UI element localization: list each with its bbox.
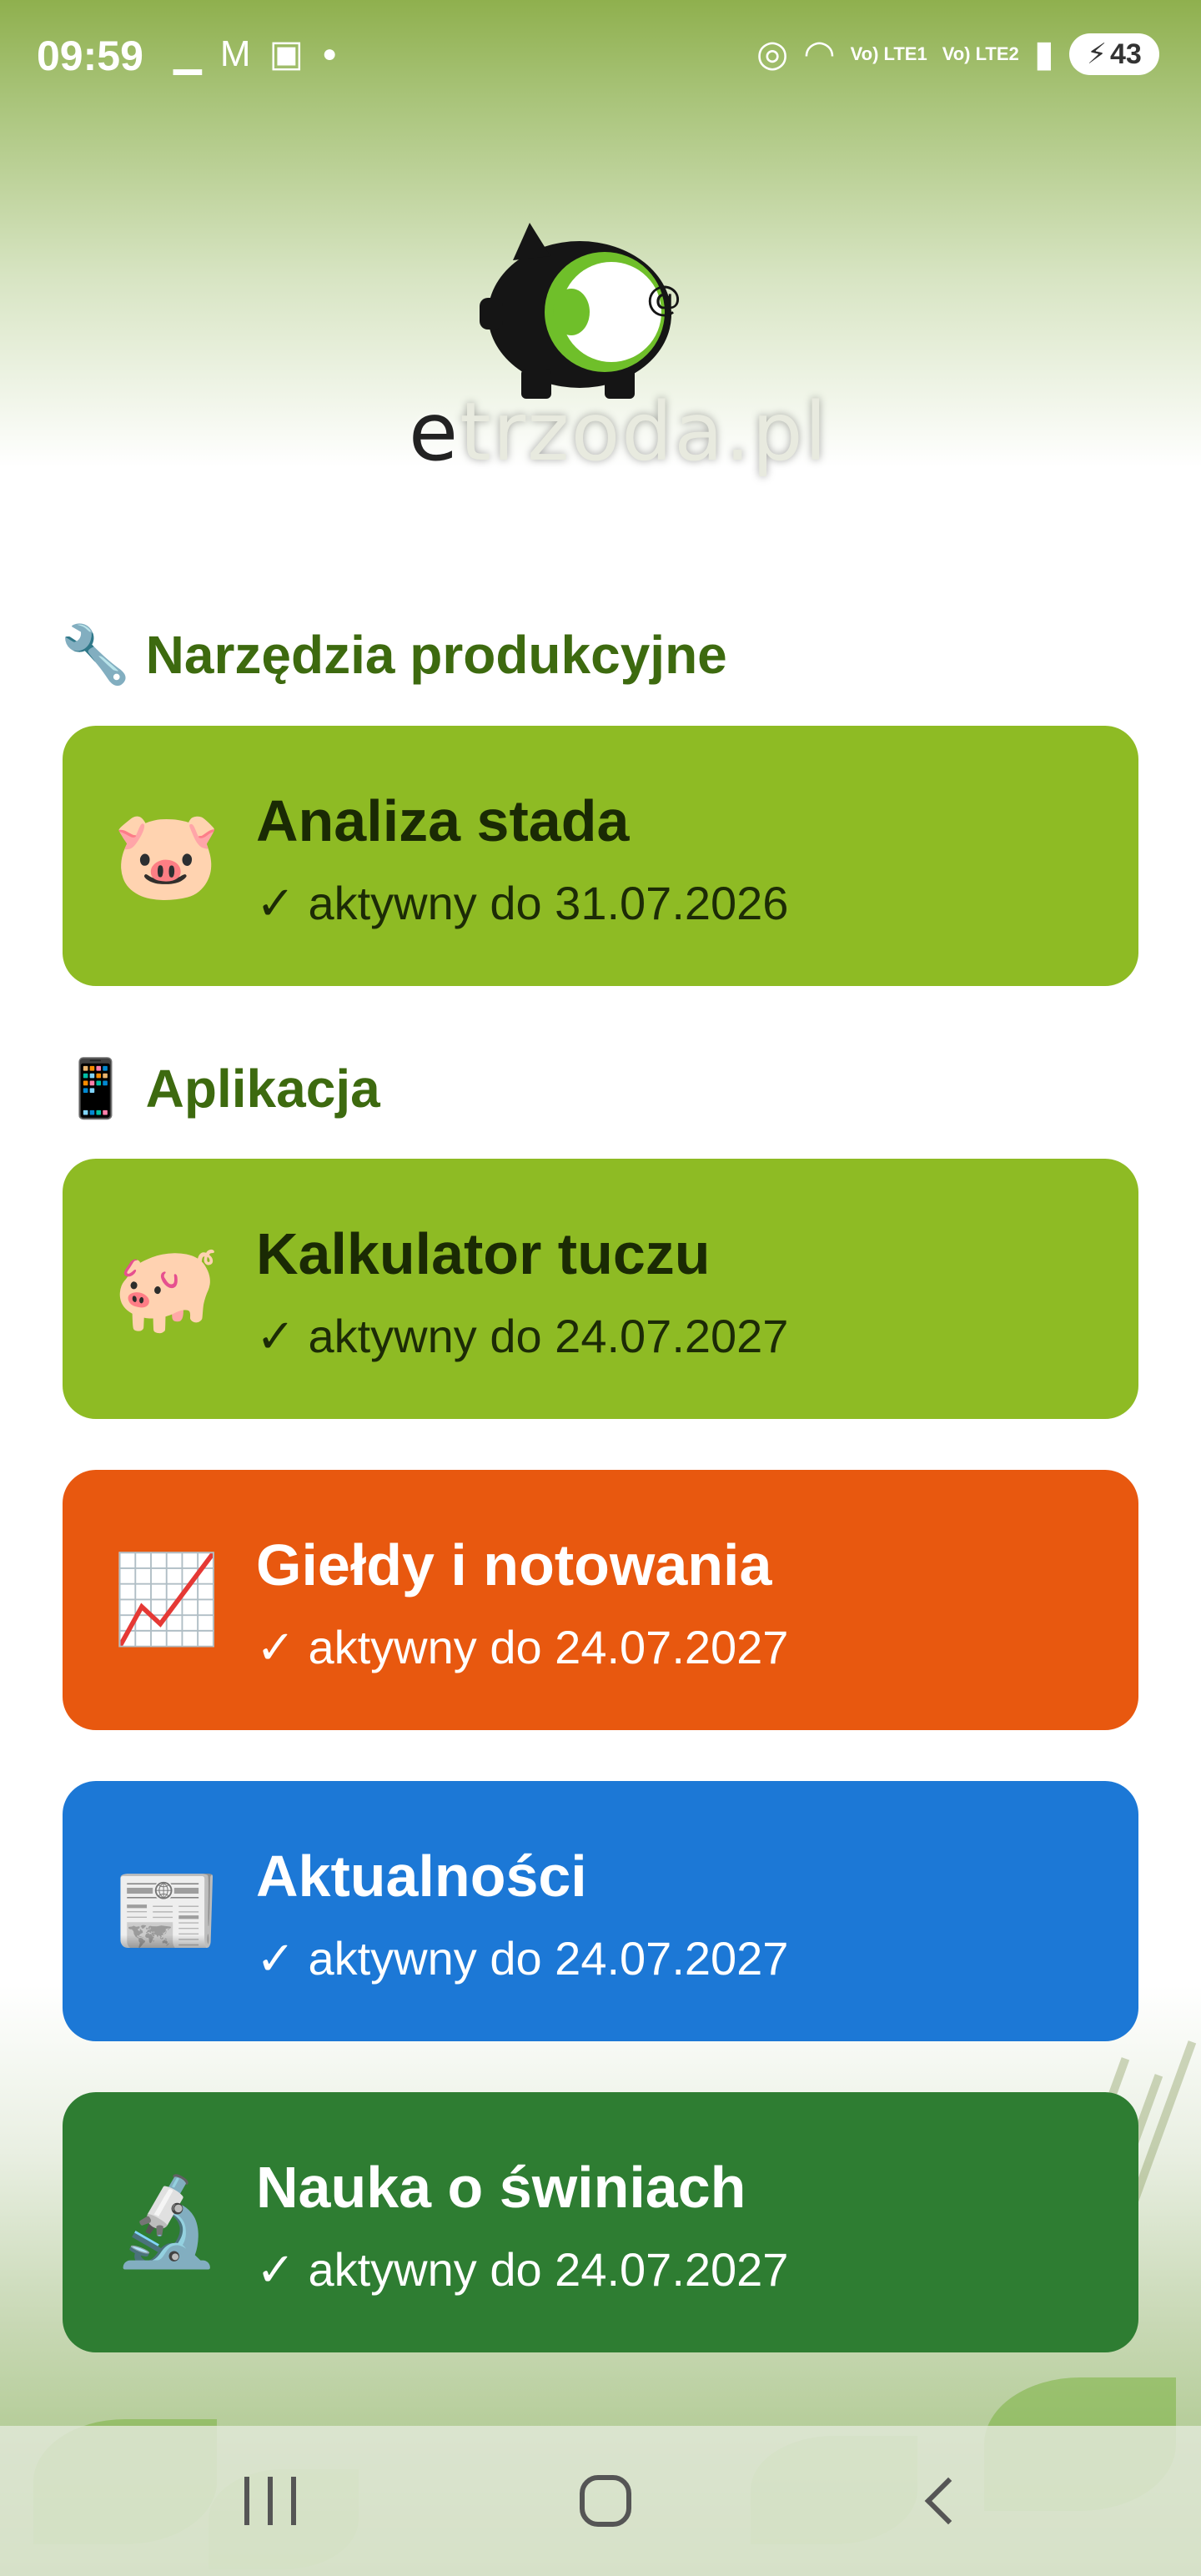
gmail-icon: M: [219, 33, 251, 74]
card-markets-quotes[interactable]: 📈 Giełdy i notowania ✓ aktywny do 24.07.…: [63, 1470, 1138, 1730]
home-icon: [580, 2475, 631, 2527]
status-system-icons: ◎ ◠ Vo) LTE1 Vo) LTE2 ▮ ⚡ 43: [756, 33, 1159, 75]
hotspot-icon: ◎: [756, 33, 789, 74]
svg-text:@: @: [646, 278, 681, 319]
dot-icon: ●: [322, 40, 338, 68]
card-status: ✓ aktywny do 31.07.2026: [256, 877, 789, 929]
logo-text: etrzoda.pl: [409, 385, 829, 479]
card-pig-science[interactable]: 🔬 Nauka o świniach ✓ aktywny do 24.07.20…: [63, 2092, 1138, 2352]
status-time: 09:59: [37, 33, 143, 79]
section-tools-header: 🔧 Narzędzia produkcyjne: [60, 621, 727, 688]
microscope-icon: 🔬: [113, 2174, 221, 2271]
notification-icon: ▁: [173, 33, 202, 74]
card-status: ✓ aktywny do 24.07.2027: [256, 1310, 789, 1362]
pig-icon: 🐖: [113, 1240, 221, 1337]
card-status: ✓ aktywny do 24.07.2027: [256, 1932, 789, 1985]
back-button[interactable]: [857, 2426, 1024, 2576]
wrench-icon: 🔧: [60, 623, 131, 687]
card-title: Analiza stada: [256, 788, 630, 853]
chart-up-icon: 📈: [113, 1552, 221, 1648]
lte1-icon: Vo) LTE1: [850, 43, 927, 64]
status-bar: 09:59 ▁ M ▣ ● ◎ ◠ Vo) LTE1 Vo) LTE2 ▮ ⚡ …: [0, 0, 1201, 117]
phone-icon: 📱: [60, 1057, 131, 1120]
piggy-bank-logo-icon: @: [480, 223, 681, 399]
section-apps-title: Aplikacja: [145, 1059, 380, 1119]
pig-face-icon: 🐷: [113, 808, 221, 904]
newspaper-icon: 📰: [113, 1863, 221, 1960]
battery-icon: ⚡ 43: [1069, 33, 1159, 75]
card-title: Aktualności: [256, 1844, 587, 1909]
card-title: Nauka o świniach: [256, 2155, 746, 2220]
etrzoda-logo: @ etrzoda.pl: [409, 219, 829, 494]
battery-level: 43: [1110, 38, 1142, 70]
card-status: ✓ aktywny do 24.07.2027: [256, 1621, 789, 1673]
home-button[interactable]: [522, 2426, 689, 2576]
card-news[interactable]: 📰 Aktualności ✓ aktywny do 24.07.2027: [63, 1781, 1138, 2041]
lte2-icon: Vo) LTE2: [942, 43, 1019, 64]
signal-icon: ▮: [1033, 33, 1054, 74]
card-title: Kalkulator tuczu: [256, 1221, 711, 1286]
section-apps-header: 📱 Aplikacja: [60, 1055, 380, 1122]
card-title: Giełdy i notowania: [256, 1532, 772, 1597]
recents-icon: [244, 2477, 296, 2525]
back-icon: [924, 2477, 972, 2525]
card-herd-analysis[interactable]: 🐷 Analiza stada ✓ aktywny do 31.07.2026: [63, 726, 1138, 986]
charging-icon: ⚡: [1087, 38, 1108, 70]
system-navigation-bar: [0, 2426, 1201, 2576]
card-fattening-calculator[interactable]: 🐖 Kalkulator tuczu ✓ aktywny do 24.07.20…: [63, 1159, 1138, 1419]
device-icon: ▣: [269, 33, 304, 74]
status-notification-icons: ▁ M ▣ ●: [173, 33, 337, 75]
section-tools-title: Narzędzia produkcyjne: [145, 625, 727, 685]
card-status: ✓ aktywny do 24.07.2027: [256, 2243, 789, 2296]
recents-button[interactable]: [187, 2426, 354, 2576]
wifi-icon: ◠: [803, 33, 836, 74]
